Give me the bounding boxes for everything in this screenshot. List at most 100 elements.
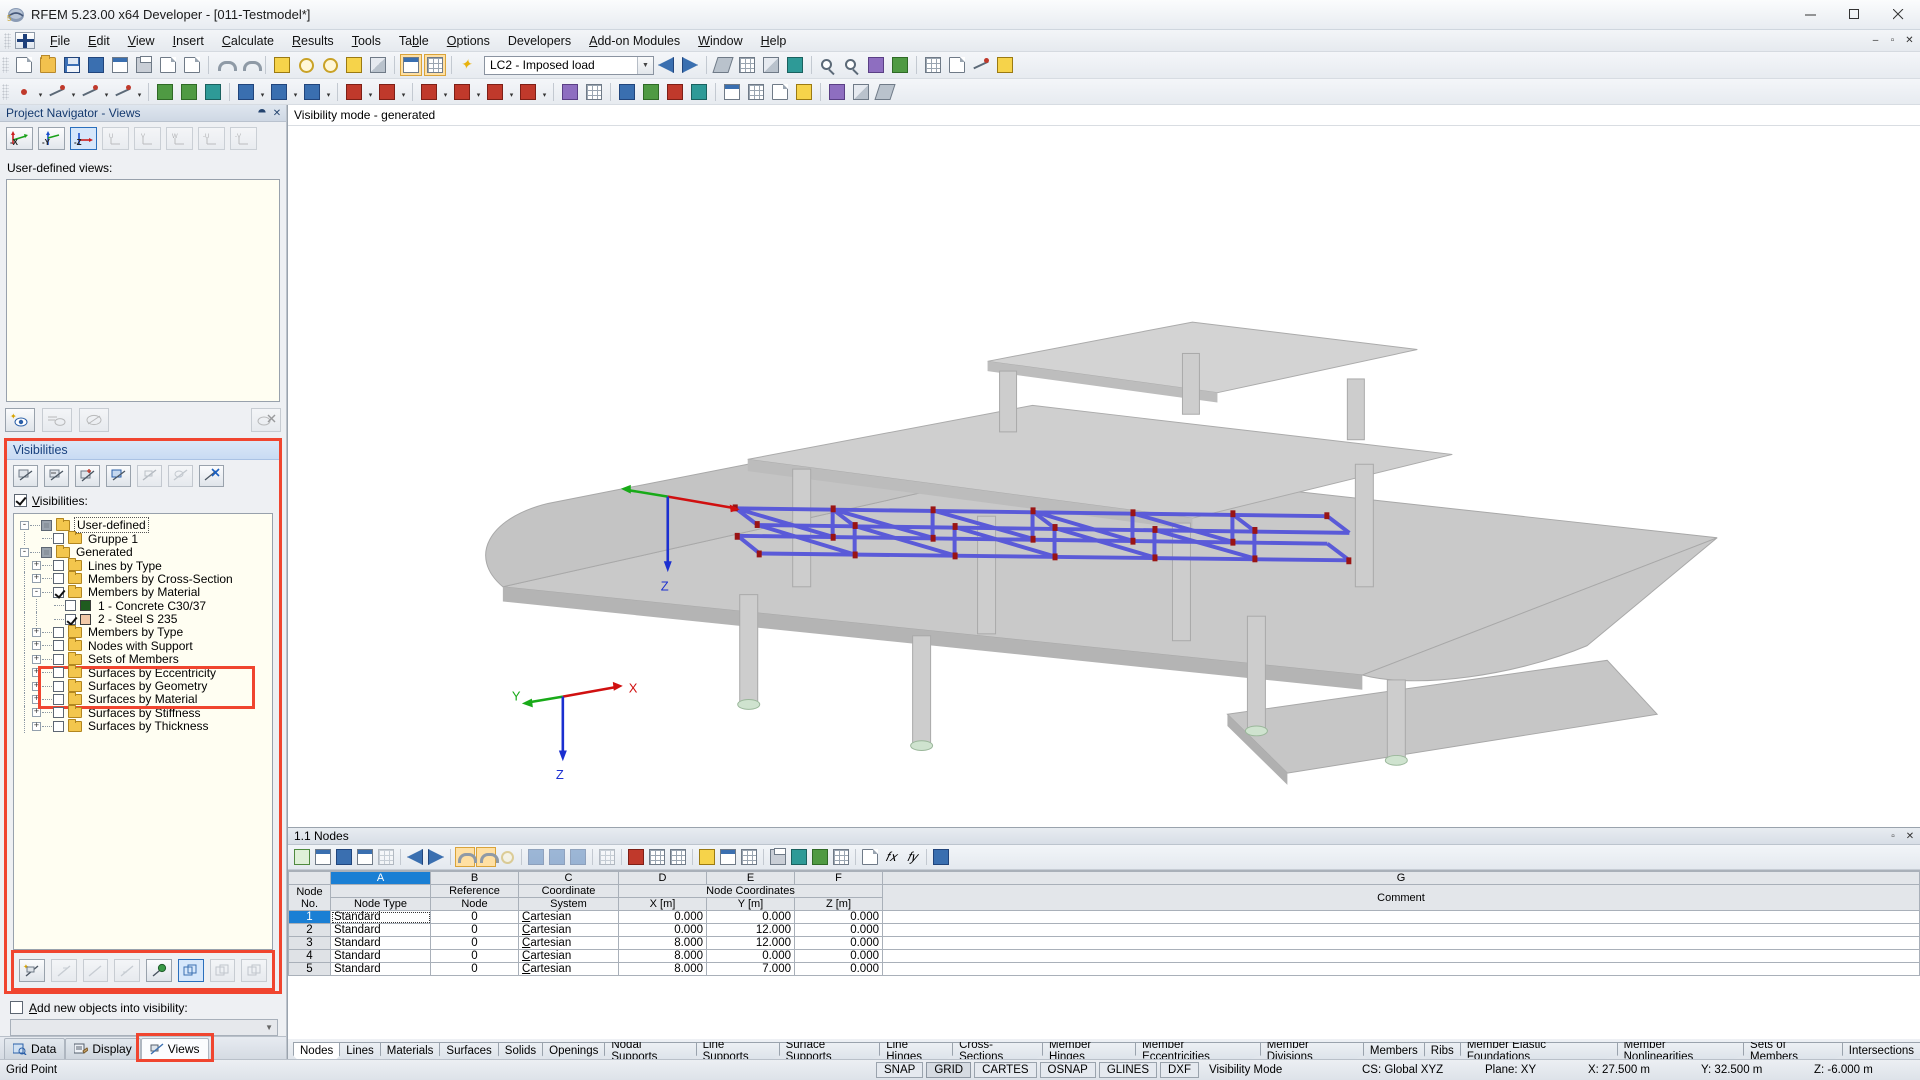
open-file-icon[interactable] bbox=[37, 54, 59, 76]
table-redo-icon[interactable] bbox=[476, 847, 499, 867]
table-row[interactable]: 4 Standard 0 Cartesian 8.000 0.000 0.000 bbox=[288, 949, 1920, 963]
menu-results[interactable]: Results bbox=[283, 32, 343, 50]
tree-item[interactable]: + Lines by Type bbox=[14, 558, 272, 573]
nodal-support-dropdown-icon[interactable]: ▾ bbox=[258, 81, 267, 103]
table-sort-az-icon[interactable] bbox=[860, 847, 880, 867]
status-osnap[interactable]: OSNAP bbox=[1039, 1062, 1096, 1078]
insert-arc-icon[interactable] bbox=[112, 81, 134, 103]
tree-expander-icon[interactable]: + bbox=[32, 694, 41, 704]
print-preview-icon[interactable] bbox=[157, 54, 179, 76]
table-report-icon[interactable] bbox=[789, 847, 809, 867]
tree-expander-icon[interactable]: + bbox=[32, 561, 41, 570]
table-sort-icon[interactable] bbox=[355, 847, 375, 867]
data-tab-members[interactable]: Members bbox=[1362, 1042, 1425, 1059]
status-dxf[interactable]: DXF bbox=[1160, 1062, 1199, 1078]
tree-item[interactable]: + Members by Type bbox=[14, 624, 272, 639]
data-tab-openings[interactable]: Openings bbox=[542, 1042, 606, 1059]
cell-y[interactable]: 0.000 bbox=[706, 949, 795, 963]
tree-item[interactable]: 2 - Steel S 235 bbox=[14, 612, 272, 626]
data-tab-surfaces[interactable]: Surfaces bbox=[439, 1042, 499, 1059]
menu-view[interactable]: View bbox=[119, 32, 164, 50]
print-icon[interactable] bbox=[133, 54, 155, 76]
table-toggle-icon[interactable] bbox=[400, 54, 422, 76]
new-visibility-icon[interactable] bbox=[13, 464, 38, 487]
result-values-icon[interactable] bbox=[769, 81, 791, 103]
tree-checkbox[interactable] bbox=[53, 626, 64, 638]
menu-insert[interactable]: Insert bbox=[164, 32, 213, 50]
add-visibility-icon[interactable] bbox=[75, 464, 100, 487]
internal-forces-icon[interactable] bbox=[640, 81, 662, 103]
tree-expander-icon[interactable]: + bbox=[32, 668, 41, 678]
cell-node-type[interactable]: Standard bbox=[330, 936, 431, 950]
tree-checkbox[interactable] bbox=[41, 519, 52, 531]
tree-expander-icon[interactable]: - bbox=[32, 587, 41, 597]
grid-toggle-icon[interactable] bbox=[424, 54, 446, 76]
surface-load-icon[interactable] bbox=[484, 81, 506, 103]
table-calculator-icon[interactable] bbox=[831, 847, 851, 867]
cell-z[interactable]: 0.000 bbox=[794, 923, 883, 937]
cell-coordinate-system[interactable]: Cartesian bbox=[518, 910, 619, 924]
insert-node-dropdown-icon[interactable]: ▾ bbox=[36, 81, 45, 103]
table-edit-icon[interactable] bbox=[292, 847, 312, 867]
imperfection-icon[interactable] bbox=[559, 81, 581, 103]
deformation-results-icon[interactable] bbox=[616, 81, 638, 103]
data-tab-cross-sections[interactable]: Cross-Sections bbox=[952, 1042, 1044, 1059]
insert-nodal-support-icon[interactable] bbox=[235, 81, 257, 103]
chevron-down-icon[interactable]: ▼ bbox=[265, 1023, 273, 1032]
tree-checkbox[interactable] bbox=[53, 667, 64, 679]
menu-options[interactable]: Options bbox=[438, 32, 499, 50]
table-refresh-icon[interactable] bbox=[497, 847, 517, 867]
data-tab-member-eccentricities[interactable]: Member Eccentricities bbox=[1135, 1042, 1261, 1059]
table-delete-icon[interactable] bbox=[626, 847, 646, 867]
status-grid[interactable]: GRID bbox=[926, 1062, 972, 1078]
cell-z[interactable]: 0.000 bbox=[794, 949, 883, 963]
set-visibility-icon[interactable]: ✦ bbox=[19, 958, 45, 982]
data-tab-member-divisions[interactable]: Member Divisions bbox=[1259, 1042, 1364, 1059]
invert-visibility-icon[interactable] bbox=[114, 958, 140, 982]
tree-item[interactable]: + Sets of Members bbox=[14, 651, 272, 666]
table-clear-icon[interactable] bbox=[376, 847, 396, 867]
tree-checkbox[interactable] bbox=[53, 680, 64, 692]
view-minus-y-button[interactable]: -Y bbox=[38, 127, 65, 151]
table-row[interactable]: 3 Standard 0 Cartesian 8.000 12.000 0.000 bbox=[288, 936, 1920, 950]
col-letter-f[interactable]: F bbox=[794, 871, 883, 885]
tree-item[interactable]: + Surfaces by Eccentricity bbox=[14, 665, 272, 680]
navigator-pin-icon[interactable]: ⯊ bbox=[256, 107, 268, 119]
tree-checkbox[interactable] bbox=[53, 560, 64, 571]
tree-checkbox[interactable] bbox=[65, 613, 76, 625]
view-w-button[interactable]: W bbox=[166, 127, 193, 151]
cell-y[interactable]: 0.000 bbox=[706, 910, 795, 924]
delete-visibility-icon[interactable] bbox=[199, 464, 224, 487]
nodal-load-icon[interactable] bbox=[418, 81, 440, 103]
tree-checkbox[interactable] bbox=[41, 546, 52, 558]
tree-checkbox[interactable] bbox=[53, 693, 64, 705]
load-case-add-icon[interactable]: ✦ bbox=[457, 54, 479, 76]
data-tab-line-supports[interactable]: Line Supports bbox=[695, 1042, 780, 1059]
cell-coordinate-system[interactable]: Cartesian bbox=[518, 949, 619, 963]
menu-addon-modules[interactable]: Add-on Modules bbox=[580, 32, 689, 50]
insert-set-of-members-icon[interactable] bbox=[178, 81, 200, 103]
wireframe-icon[interactable] bbox=[736, 54, 758, 76]
cell-coordinate-system[interactable]: Cartesian bbox=[518, 936, 619, 950]
result-animation-icon[interactable] bbox=[793, 81, 815, 103]
insert-member-icon[interactable] bbox=[154, 81, 176, 103]
duplicate-visibility-icon[interactable] bbox=[106, 464, 131, 487]
calculate-icon[interactable] bbox=[271, 54, 293, 76]
status-cartes[interactable]: CARTES bbox=[974, 1062, 1037, 1078]
insert-node-icon[interactable] bbox=[13, 81, 35, 103]
cell-node-type[interactable]: Standard bbox=[330, 962, 431, 976]
data-tab-sets-of-members[interactable]: Sets of Members bbox=[1743, 1042, 1843, 1059]
snap-settings-icon[interactable] bbox=[922, 54, 944, 76]
close-button[interactable] bbox=[1876, 0, 1920, 30]
next-load-case-icon[interactable] bbox=[679, 54, 701, 76]
calculate-all-icon[interactable] bbox=[295, 54, 317, 76]
nodal-load-dropdown-icon[interactable]: ▾ bbox=[441, 81, 450, 103]
cell-x[interactable]: 0.000 bbox=[618, 910, 707, 924]
toolbar-grip-2[interactable] bbox=[2, 83, 9, 100]
table-info-icon[interactable] bbox=[568, 847, 588, 867]
table-function-icon[interactable]: 𝑓𝑥 bbox=[881, 847, 901, 867]
cell-reference-node[interactable]: 0 bbox=[430, 910, 519, 924]
table-close-icon[interactable]: ✕ bbox=[1904, 830, 1916, 842]
member-load-icon[interactable] bbox=[451, 81, 473, 103]
menu-edit[interactable]: Edit bbox=[79, 32, 119, 50]
